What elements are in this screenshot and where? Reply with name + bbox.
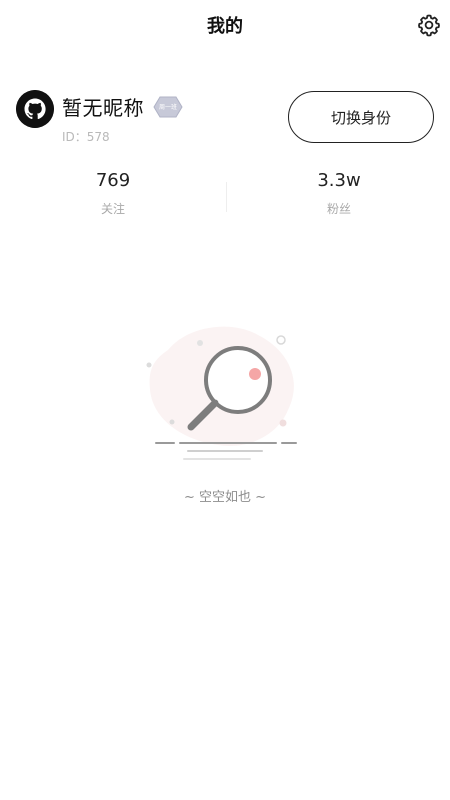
stats-bar: 769 关注 3.3w 粉丝 xyxy=(0,168,450,220)
badge-label: 周一班 xyxy=(158,104,177,111)
stat-label: 粉丝 xyxy=(326,202,351,216)
top-bar: 我的 xyxy=(0,0,450,52)
page-title: 我的 xyxy=(207,16,243,37)
stat-label: 关注 xyxy=(100,202,125,216)
stat-followers[interactable]: 3.3w 粉丝 xyxy=(279,168,399,217)
github-octocat-icon xyxy=(16,90,54,128)
user-id: ID：578 xyxy=(62,130,110,144)
profile-page: 我的 暂无昵称 周一班 ID：578 切换身份 769 关注 3.3w 粉丝 ~… xyxy=(0,0,450,800)
gear-icon xyxy=(418,14,440,37)
empty-state: ~ 空空如也 ~ xyxy=(0,300,450,520)
stat-value: 769 xyxy=(95,170,131,191)
avatar[interactable] xyxy=(16,90,54,128)
stat-following[interactable]: 769 关注 xyxy=(53,168,173,217)
nickname: 暂无昵称 xyxy=(62,96,144,120)
stat-divider xyxy=(226,182,227,212)
magnifier-empty-icon xyxy=(146,326,297,460)
switch-identity-button[interactable]: 切换身份 xyxy=(288,91,434,143)
stat-value: 3.3w xyxy=(317,170,361,191)
empty-state-text: ~ 空空如也 ~ xyxy=(183,490,267,505)
level-badge: 周一班 xyxy=(153,96,183,118)
settings-button[interactable] xyxy=(416,12,442,38)
